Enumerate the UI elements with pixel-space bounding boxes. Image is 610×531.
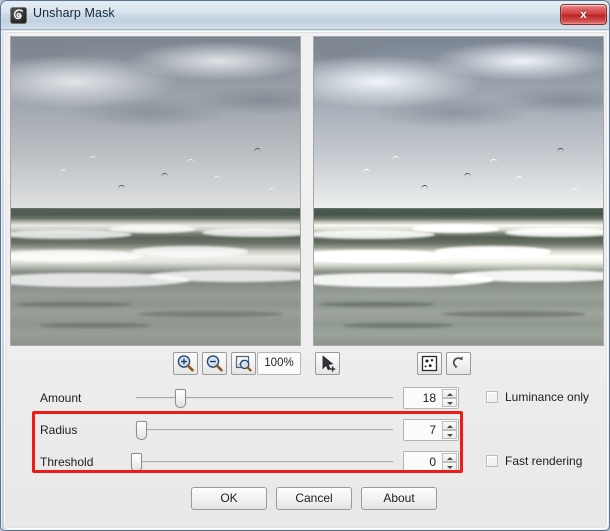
window-title: Unsharp Mask — [33, 6, 115, 20]
preview-row — [10, 36, 604, 346]
pointer-tool-button[interactable] — [315, 352, 340, 375]
amount-decrement-button[interactable] — [442, 398, 457, 407]
threshold-value[interactable]: 0 — [404, 452, 440, 472]
amount-slider-thumb[interactable] — [174, 389, 186, 408]
radius-increment-button[interactable] — [442, 421, 457, 430]
zoom-fit-icon — [235, 355, 252, 372]
seascape-sharpened — [314, 37, 603, 345]
threshold-decrement-button[interactable] — [442, 462, 457, 471]
luminance-only-box[interactable] — [486, 391, 498, 403]
radius-value[interactable]: 7 — [404, 420, 440, 440]
amount-spinner[interactable]: 18 — [403, 387, 459, 409]
title-bar[interactable]: Unsharp Mask x — [1, 1, 609, 30]
fast-rendering-label: Fast rendering — [505, 454, 583, 468]
filtered-preview[interactable] — [313, 36, 604, 346]
threshold-slider-thumb[interactable] — [131, 453, 142, 472]
zoom-in-icon — [177, 355, 194, 372]
threshold-label: Threshold — [40, 455, 94, 469]
radius-slider-track[interactable] — [136, 429, 393, 431]
preview-toolbar: 100% — [5, 350, 609, 382]
control-row-radius: Radius 7 — [5, 416, 609, 446]
amount-value[interactable]: 18 — [404, 388, 440, 408]
zoom-out-icon — [206, 355, 223, 372]
ok-button[interactable]: OK — [191, 487, 267, 510]
seascape-original — [11, 37, 300, 345]
close-button[interactable]: x — [560, 4, 607, 25]
fast-rendering-box[interactable] — [486, 455, 498, 467]
dialog-body: 100% Amount 18 Radius 7 Threshold 0 Lumi… — [4, 31, 608, 529]
threshold-slider-track[interactable] — [136, 461, 393, 463]
zoom-out-button[interactable] — [202, 352, 227, 375]
threshold-slider[interactable] — [131, 448, 393, 476]
radius-spin-arrows[interactable] — [442, 421, 457, 439]
radius-label: Radius — [40, 423, 78, 437]
amount-spin-arrows[interactable] — [442, 389, 457, 407]
reset-undo-icon — [452, 356, 463, 369]
pointer-add-icon — [322, 355, 336, 372]
zoom-in-button[interactable] — [173, 352, 198, 375]
preview-grain-icon — [421, 355, 438, 372]
reset-button[interactable] — [446, 352, 471, 375]
unsharp-mask-dialog: Unsharp Mask x 100% Amount 18 Radius 7 T… — [0, 0, 610, 531]
plugin-swirl-icon — [10, 7, 27, 24]
threshold-spinner[interactable]: 0 — [403, 451, 459, 473]
radius-slider[interactable] — [136, 416, 393, 444]
original-preview[interactable] — [10, 36, 301, 346]
radius-spinner[interactable]: 7 — [403, 419, 459, 441]
threshold-increment-button[interactable] — [442, 453, 457, 462]
about-button[interactable]: About — [361, 487, 437, 510]
radius-decrement-button[interactable] — [442, 430, 457, 439]
luminance-only-label: Luminance only — [505, 390, 590, 404]
zoom-level-input[interactable]: 100% — [257, 352, 301, 375]
amount-label: Amount — [40, 391, 82, 405]
amount-slider[interactable] — [136, 384, 393, 412]
cancel-button[interactable]: Cancel — [276, 487, 352, 510]
zoom-fit-button[interactable] — [231, 352, 256, 375]
preview-toggle-button[interactable] — [417, 352, 442, 375]
radius-slider-thumb[interactable] — [136, 421, 148, 440]
amount-increment-button[interactable] — [442, 389, 457, 398]
threshold-spin-arrows[interactable] — [442, 453, 457, 471]
